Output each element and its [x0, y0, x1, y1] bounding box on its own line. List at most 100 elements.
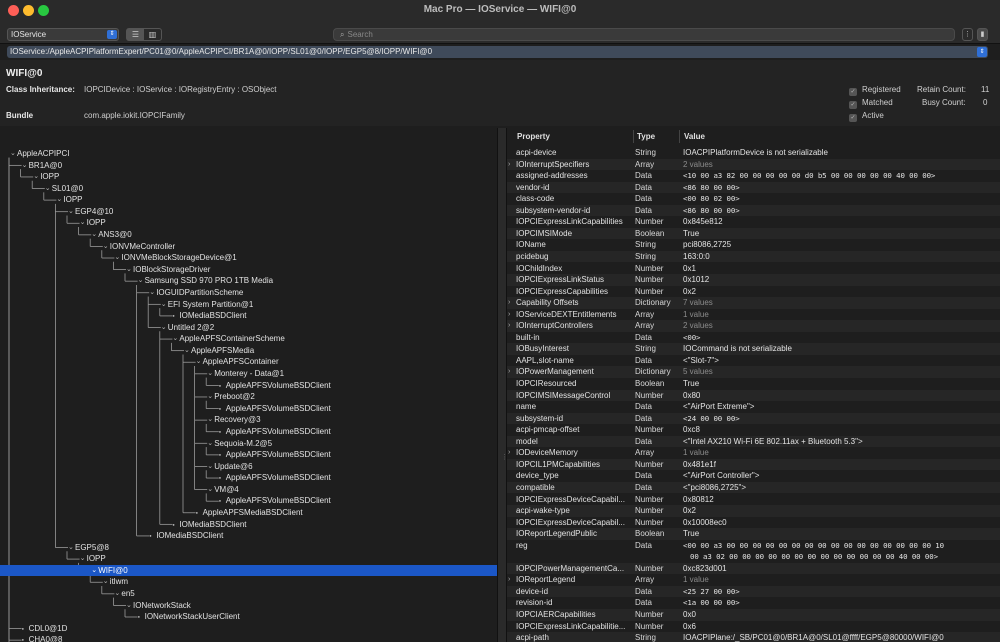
property-row[interactable]: IOPCIExpressLinkStatus Number 0x1012 — [507, 274, 1000, 286]
property-row[interactable]: IOPCIExpressLinkCapabilitie... Number 0x6 — [507, 621, 1000, 633]
property-row[interactable]: IOPCIMSIMode Boolean True — [507, 227, 1000, 240]
view-mode-segmented[interactable]: ☰ ▥ — [126, 28, 162, 41]
column-header-type[interactable]: Type — [637, 130, 655, 144]
registry-tree[interactable]: AppleACPIPCI ⌄ BR1A@0 ⌄ IOPP ⌄ SL01@0 ⌄ IOPP ⌄ EGP… — [0, 128, 497, 642]
chevron-down-icon[interactable]: ⌄ — [207, 461, 213, 473]
property-row[interactable]: › IOPowerManagement Dictionary 5 values — [507, 366, 1000, 378]
chevron-down-icon[interactable]: ⌄ — [91, 229, 97, 241]
property-row[interactable]: IOPCIExpressCapabilities Number 0x2 — [507, 286, 1000, 298]
tree-node[interactable]: AppleAPFSVolumeBSDClient ● — [0, 495, 497, 507]
property-row[interactable]: class-code Data <00 80 02 00> — [507, 193, 1000, 205]
property-row[interactable]: › Capability Offsets Dictionary 7 values — [507, 297, 1000, 309]
chevron-down-icon[interactable]: ⌄ — [80, 217, 86, 229]
tree-node[interactable]: en5 ⌄ — [0, 588, 497, 600]
property-row[interactable]: acpi-wake-type Number 0x2 — [507, 505, 1000, 517]
tree-node[interactable]: Recovery@3 ⌄ — [0, 414, 497, 426]
property-row[interactable]: IOBusyInterest String IOCommand is not ser… — [507, 343, 1000, 355]
chevron-down-icon[interactable]: ⌄ — [207, 368, 213, 380]
property-row[interactable]: IOPCIMSIMessageControl Number 0x80 — [507, 389, 1000, 402]
tree-node[interactable]: AppleAPFSVolumeBSDClient ● — [0, 472, 497, 484]
chevron-down-icon[interactable]: ⌄ — [10, 148, 16, 160]
property-row[interactable]: IOName String pci8086,2725 — [507, 239, 1000, 251]
property-row[interactable]: pcidebug String 163:0:0 — [507, 250, 1000, 263]
property-row[interactable]: model Data <"Intel AX210 Wi-Fi 6E 802.11ax… — [507, 435, 1000, 448]
chevron-down-icon[interactable]: ⌄ — [114, 252, 120, 264]
property-row[interactable]: IOPCIL1PMCapabilities Number 0x481e1f — [507, 458, 1000, 471]
tree-node[interactable]: IOGUIDPartitionScheme ⌄ — [0, 287, 497, 299]
chevron-right-icon[interactable]: › — [508, 159, 510, 171]
chevron-down-icon[interactable]: ⌄ — [56, 194, 62, 206]
tree-node[interactable]: IOPP ⌄ — [0, 171, 497, 183]
more-options-icon[interactable]: ⋮ — [962, 28, 973, 41]
tree-node[interactable]: Preboot@2 ⌄ — [0, 391, 497, 403]
tree-node[interactable]: BR1A@0 ⌄ — [0, 160, 497, 172]
property-row[interactable]: subsystem-vendor-id Data <86 80 00 00> — [507, 204, 1000, 217]
chevron-down-icon[interactable]: ⌄ — [196, 356, 202, 368]
tree-node[interactable]: ANS3@0 ⌄ — [0, 229, 497, 241]
search-field[interactable]: ⌕ Search — [333, 28, 955, 41]
tree-node[interactable]: IONVMeController ⌄ — [0, 241, 497, 253]
property-row[interactable]: compatible Data <"pci8086,2725"> — [507, 481, 1000, 494]
tree-node[interactable]: EFI System Partition@1 ⌄ — [0, 299, 497, 311]
chevron-right-icon[interactable]: › — [508, 366, 510, 378]
tree-node[interactable]: IONetworkStackUserClient ● — [0, 611, 497, 623]
chevron-down-icon[interactable]: ⌄ — [91, 565, 97, 577]
chevron-down-icon[interactable]: ⌄ — [45, 183, 51, 195]
tree-node[interactable]: AppleAPFSContainer ⌄ — [0, 356, 497, 368]
property-row[interactable]: › IOServiceDEXTEntitlements Array 1 value — [507, 309, 1000, 321]
property-row[interactable]: › IOInterruptSpecifiers Array 2 values — [507, 158, 1000, 171]
tree-node[interactable]: IOPP ⌄ — [0, 194, 497, 206]
chevron-down-icon[interactable]: ⌄ — [68, 542, 74, 554]
tree-node[interactable]: AppleAPFSVolumeBSDClient ● — [0, 426, 497, 438]
tree-node[interactable]: IONetworkStack ⌄ — [0, 600, 497, 612]
property-row[interactable]: name Data <"AirPort Extreme"> — [507, 401, 1000, 413]
chevron-down-icon[interactable]: ⌄ — [207, 438, 213, 450]
chevron-down-icon[interactable]: ⌄ — [103, 576, 109, 588]
property-row[interactable]: IOReportLegendPublic Boolean True — [507, 528, 1000, 540]
property-row[interactable]: IOChildIndex Number 0x1 — [507, 263, 1000, 275]
column-view-icon[interactable]: ▥ — [144, 29, 161, 40]
property-row[interactable]: revision-id Data <1a 00 00 00> — [507, 597, 1000, 609]
tree-node[interactable]: AppleAPFSVolumeBSDClient ● — [0, 449, 497, 461]
property-row[interactable]: IOPCIExpressDeviceCapabil... Number 0x8081… — [507, 494, 1000, 506]
tree-node[interactable]: AppleAPFSContainerScheme ⌄ — [0, 333, 497, 345]
tree-node[interactable]: Sequoia-M.2@5 ⌄ — [0, 438, 497, 450]
chevron-right-icon[interactable]: › — [508, 574, 510, 586]
chevron-down-icon[interactable]: ⌄ — [172, 333, 178, 345]
property-row[interactable]: acpi-device String IOACPIPlatformDevice is… — [507, 147, 1000, 159]
property-row[interactable]: IOPCIPowerManagementCa... Number 0xc823d00… — [507, 562, 1000, 575]
tree-node[interactable]: Untitled 2@2 ⌄ — [0, 322, 497, 334]
chevron-down-icon[interactable]: ⌄ — [161, 299, 167, 311]
tree-node[interactable]: IONVMeBlockStorageDevice@1 ⌄ — [0, 252, 497, 264]
tree-node[interactable]: SL01@0 ⌄ — [0, 183, 497, 195]
tree-node[interactable]: AppleACPIPCI ⌄ — [0, 148, 497, 160]
tree-node[interactable]: EGP5@8 ⌄ — [0, 542, 497, 554]
chevron-down-icon[interactable]: ⌄ — [207, 414, 213, 426]
tree-node[interactable]: CHA0@8 ● — [0, 634, 497, 642]
property-row[interactable]: assigned-addresses Data <10 00 a3 82 00 00… — [507, 170, 1000, 182]
tree-node[interactable]: Monterey - Data@1 ⌄ — [0, 368, 497, 380]
property-row[interactable]: device_type Data <"AirPort Controller"> — [507, 470, 1000, 482]
tree-node[interactable]: WIFI@0 ⌄ — [0, 564, 497, 577]
split-view-divider[interactable]: ⋮ — [497, 128, 508, 642]
property-row[interactable]: › IOReportLegend Array 1 value — [507, 574, 1000, 586]
property-row[interactable]: reg Data <00 00 a3 00 00 00 00 00 00 00 00… — [507, 540, 1000, 563]
chevron-down-icon[interactable]: ⌄ — [103, 241, 109, 253]
chevron-down-icon[interactable]: ⌄ — [22, 160, 28, 172]
chevron-down-icon[interactable]: ⌄ — [149, 287, 155, 299]
property-row[interactable]: IOPCIResourced Boolean True — [507, 378, 1000, 390]
tree-node[interactable]: IOMediaBSDClient ● — [0, 519, 497, 531]
chevron-down-icon[interactable]: ⌄ — [33, 171, 39, 183]
chevron-down-icon[interactable]: ⌄ — [126, 264, 132, 276]
tree-node[interactable]: IOPP ⌄ — [0, 553, 497, 565]
property-row[interactable]: IOPCIExpressLinkCapabilities Number 0x845e… — [507, 216, 1000, 228]
property-row[interactable]: acpi-path String IOACPIPlane:/_SB/PC01@0/B… — [507, 632, 1000, 642]
chevron-down-icon[interactable]: ⌄ — [68, 206, 74, 218]
tree-node[interactable]: EGP4@10 ⌄ — [0, 206, 497, 218]
tree-node[interactable]: Update@6 ⌄ — [0, 461, 497, 473]
tree-node[interactable]: VM@4 ⌄ — [0, 484, 497, 496]
property-row[interactable]: acpi-pmcap-offset Number 0xc8 — [507, 424, 1000, 436]
list-view-icon[interactable]: ☰ — [127, 29, 144, 40]
chevron-down-icon[interactable]: ⌄ — [126, 600, 132, 612]
property-row[interactable]: IOPCIAERCapabilities Number 0x0 — [507, 609, 1000, 621]
